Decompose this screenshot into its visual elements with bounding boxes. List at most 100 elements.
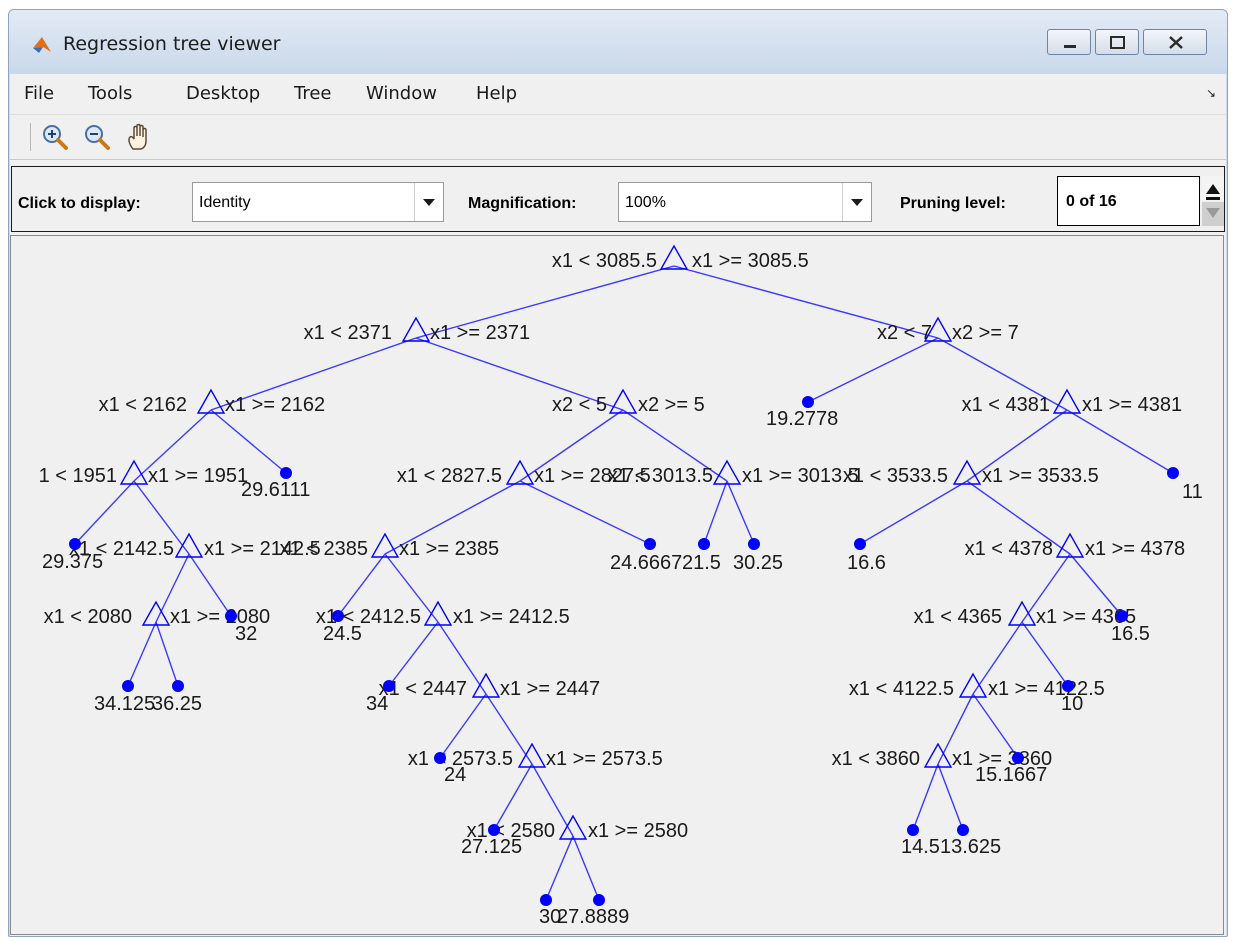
- leaf-value-label: 24.6667: [610, 552, 682, 574]
- leaf-value-label: 14.5: [901, 836, 940, 858]
- leaf-value-label: 16.6: [847, 552, 886, 574]
- app-window: Regression tree viewer File Tools Deskto…: [8, 9, 1228, 937]
- leaf-node-dot: [644, 538, 656, 550]
- magnification-label: Magnification:: [468, 195, 577, 212]
- toolbar-separator: [30, 123, 31, 151]
- leaf-node-dot: [172, 680, 184, 692]
- leaf-node-dot: [593, 894, 605, 906]
- close-icon: [1169, 36, 1183, 49]
- leaf-value-label: 29.375: [42, 551, 103, 573]
- matlab-icon: [33, 37, 51, 53]
- tree-edge: [155, 621, 179, 687]
- branch-condition-left: x1 < 3860: [832, 748, 920, 770]
- leaf-value-label: 34: [366, 693, 388, 715]
- tree-edge: [703, 480, 728, 545]
- tree-edge: [912, 763, 939, 831]
- pruning-spinner[interactable]: [1202, 176, 1224, 226]
- branch-condition-left: x1 < 3085.5: [552, 250, 657, 272]
- leaf-value-label: 10: [1061, 693, 1083, 715]
- tree-edge: [127, 621, 157, 687]
- leaf-value-label: 11: [1182, 481, 1203, 503]
- tree-edge: [74, 480, 135, 545]
- display-dropdown[interactable]: Identity: [192, 182, 444, 222]
- pruning-value: 0 of 16: [1066, 193, 1117, 210]
- leaf-node-dot: [69, 538, 81, 550]
- branch-condition-right: x1 >= 3085.5: [692, 250, 809, 272]
- tree-edge: [572, 835, 600, 901]
- leaf-node-dot: [802, 396, 814, 408]
- branch-condition-left: x2 < 7: [877, 322, 932, 344]
- leaf-node-dot: [122, 680, 134, 692]
- branch-condition-right: x1 >= 1951: [148, 465, 248, 487]
- tree-canvas: x1 < 3085.5 x1 >= 3085.5 x1 < 2371 x1 >= 23…: [39, 244, 1203, 928]
- viewer-panel: Click to display: Identity Magnification…: [10, 160, 1226, 936]
- leaf-node-dot: [748, 538, 760, 550]
- leaf-value-label: 19.2778: [766, 408, 838, 430]
- branch-condition-left: 1 < 1951: [39, 465, 117, 487]
- zoom-in-icon[interactable]: [40, 122, 70, 152]
- branch-condition-left: x1 < 2162: [99, 394, 187, 416]
- close-button[interactable]: [1143, 29, 1207, 55]
- branch-condition-right: x1 >= 4122.5: [988, 678, 1105, 700]
- pan-hand-icon[interactable]: [124, 122, 154, 152]
- menu-desktop[interactable]: Desktop: [186, 83, 260, 104]
- minimize-icon: [1064, 45, 1076, 48]
- leaf-node-dot: [1062, 680, 1074, 692]
- branch-condition-right: x1 >= 2573.5: [546, 748, 663, 770]
- minimize-button[interactable]: [1047, 29, 1091, 55]
- branch-condition-left: x1 < 2827.5: [397, 465, 502, 487]
- leaf-node-dot: [434, 752, 446, 764]
- branch-condition-left: x1 < 3013.5: [608, 465, 713, 487]
- tree-plot[interactable]: x1 < 3085.5 x1 >= 3085.5 x1 < 2371 x1 >= 23…: [10, 235, 1224, 935]
- branch-condition-left: x1 < 4381: [962, 394, 1050, 416]
- chevron-down-icon[interactable]: [842, 183, 871, 221]
- window-title: Regression tree viewer: [63, 33, 281, 55]
- branch-condition-right: x1 >= 4378: [1085, 538, 1185, 560]
- tree-edge: [388, 621, 439, 687]
- tree-edge: [1021, 621, 1069, 687]
- menu-tools[interactable]: Tools: [88, 83, 132, 104]
- leaf-value-label: 16.5: [1111, 623, 1150, 645]
- leaf-value-label: 24: [444, 764, 466, 786]
- branch-condition-left: x2 < 5: [552, 394, 607, 416]
- leaf-value-label: 13.625: [940, 836, 1001, 858]
- tree-edge: [937, 763, 964, 831]
- menu-file[interactable]: File: [24, 83, 54, 104]
- branch-condition-left: x1 < 2385: [280, 538, 368, 560]
- leaf-value-label: 21.5: [682, 552, 721, 574]
- branch-condition-right: x1 >= 2412.5: [453, 606, 570, 628]
- tree-edge: [519, 480, 651, 545]
- controls-bar: Click to display: Identity Magnification…: [11, 166, 1225, 232]
- leaf-node-dot: [957, 824, 969, 836]
- title-bar[interactable]: Regression tree viewer: [9, 10, 1227, 74]
- display-value: Identity: [199, 194, 251, 211]
- pruning-level-field[interactable]: 0 of 16: [1057, 176, 1200, 226]
- leaf-node-dot: [332, 610, 344, 622]
- menu-help[interactable]: Help: [476, 83, 517, 104]
- leaf-node-dot: [225, 610, 237, 622]
- branch-condition-left: x1 < 2371: [304, 322, 392, 344]
- branch-condition-left: x1 < 4122.5: [849, 678, 954, 700]
- menu-window[interactable]: Window: [366, 83, 437, 104]
- menu-tree[interactable]: Tree: [294, 83, 332, 104]
- leaf-node-dot: [488, 824, 500, 836]
- branch-condition-left: x1 < 4378: [965, 538, 1053, 560]
- branch-condition-left: x1 < 2080: [44, 606, 132, 628]
- zoom-out-icon[interactable]: [82, 122, 112, 152]
- leaf-node-dot: [280, 467, 292, 479]
- maximize-button[interactable]: [1095, 29, 1139, 55]
- magnification-dropdown[interactable]: 100%: [618, 182, 872, 222]
- leaf-value-label: 27.125: [461, 836, 522, 858]
- chevron-down-icon[interactable]: [414, 183, 443, 221]
- tree-edge: [210, 409, 287, 474]
- tree-edge: [807, 337, 939, 403]
- undock-arrow-icon[interactable]: ↘: [1206, 86, 1216, 100]
- branch-condition-right: x2 >= 5: [638, 394, 705, 416]
- tree-edge: [545, 835, 574, 901]
- branch-condition-right: x1 >= 4381: [1082, 394, 1182, 416]
- leaf-value-label: 32: [235, 623, 257, 645]
- branch-condition-left: x1 < 3533.5: [843, 465, 948, 487]
- leaf-node-dot: [1012, 752, 1024, 764]
- leaf-node-dot: [1116, 610, 1128, 622]
- menu-bar: File Tools Desktop Tree Window Help ↘: [10, 74, 1226, 115]
